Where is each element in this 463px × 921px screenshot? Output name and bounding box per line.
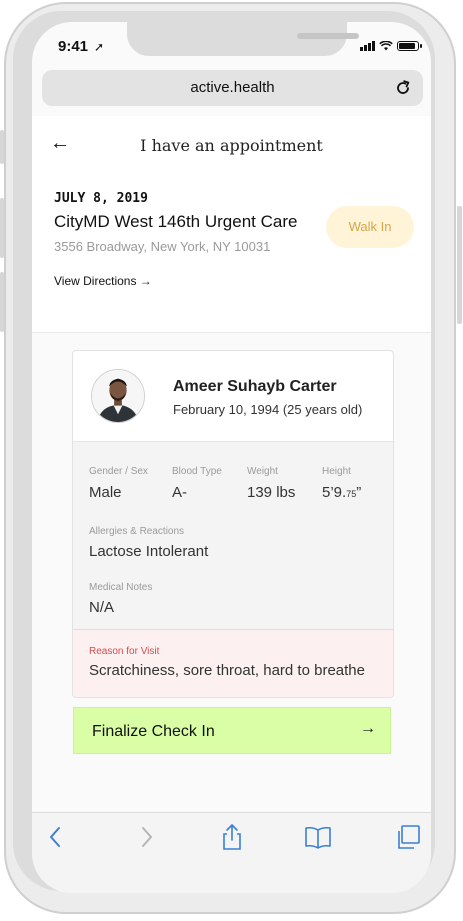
height-main: 5’9.: [322, 484, 347, 501]
page-title: I have an appointment: [140, 136, 323, 155]
patient-dob: February 10, 1994 (25 years old): [173, 402, 363, 417]
gender-label: Gender / Sex: [89, 466, 148, 477]
avatar-portrait: [92, 370, 144, 422]
allergies-value: Lactose Intolerant: [89, 543, 209, 560]
tabs-icon[interactable]: [394, 823, 422, 851]
reason-label: Reason for Visit: [89, 646, 160, 657]
reload-icon[interactable]: [393, 78, 413, 98]
wifi-icon: [379, 41, 393, 51]
walk-in-badge: Walk In: [326, 206, 414, 248]
weight-value: 139 lbs: [247, 484, 296, 501]
patient-card: Ameer Suhayb Carter February 10, 1994 (2…: [72, 350, 394, 698]
avatar: [91, 369, 145, 423]
gender-value: Male: [89, 484, 122, 501]
status-time: 9:41: [58, 38, 89, 55]
bookmarks-icon[interactable]: [304, 823, 332, 851]
clinic-address: 3556 Broadway, New York, NY 10031: [54, 239, 271, 254]
allergies-label: Allergies & Reactions: [89, 526, 185, 537]
view-directions-link[interactable]: View Directions →: [54, 274, 152, 288]
status-indicators: [360, 41, 422, 51]
notch: [127, 22, 359, 56]
location-arrow-icon: ➚: [94, 40, 105, 54]
medical-notes-label: Medical Notes: [89, 582, 153, 593]
browser-toolbar: [32, 812, 431, 893]
battery-icon: [397, 41, 422, 51]
appointment-date: JULY 8, 2019: [54, 191, 148, 206]
weight-label: Weight: [247, 466, 278, 477]
medical-notes-value: N/A: [89, 599, 115, 616]
phone-screen: 9:41 ➚ active.health ← I have an appoint…: [32, 22, 431, 893]
back-chevron-icon[interactable]: [42, 823, 70, 851]
reason-value: Scratchiness, sore throat, hard to breat…: [89, 662, 365, 679]
patient-name: Ameer Suhayb Carter: [173, 378, 337, 395]
power-button: [457, 206, 462, 324]
patient-info-panel: Gender / Sex Male Blood Type A- Weight 1…: [73, 441, 393, 630]
reason-for-visit-panel: Reason for Visit Scratchiness, sore thro…: [73, 629, 393, 697]
height-fraction: 75: [346, 489, 357, 499]
signal-icon: [360, 41, 375, 51]
height-value: 5’9.75”: [322, 484, 361, 501]
blood-type-label: Blood Type: [172, 466, 222, 477]
address-bar[interactable]: active.health: [42, 70, 423, 106]
volume-up-button: [0, 198, 4, 258]
arrow-right-icon: →: [360, 720, 376, 737]
finalize-label: Finalize Check In: [92, 723, 215, 740]
finalize-check-in-button[interactable]: Finalize Check In →: [73, 707, 391, 754]
speaker: [297, 33, 359, 39]
appointment-header: ← I have an appointment JULY 8, 2019 Cit…: [32, 116, 431, 333]
volume-down-button: [0, 272, 4, 332]
clinic-name: CityMD West 146th Urgent Care: [54, 212, 298, 231]
url-text[interactable]: active.health: [42, 79, 423, 96]
blood-type-value: A-: [172, 484, 187, 501]
mute-switch: [0, 130, 4, 164]
height-label: Height: [322, 466, 351, 477]
share-icon[interactable]: [218, 823, 246, 851]
height-quote: ”: [356, 484, 362, 501]
forward-chevron-icon[interactable]: [132, 823, 160, 851]
